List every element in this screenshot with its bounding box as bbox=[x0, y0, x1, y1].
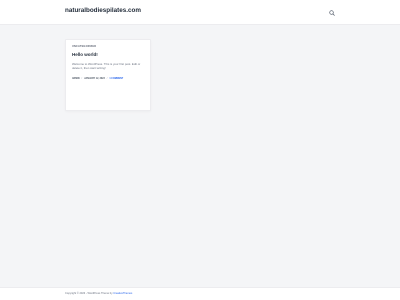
theme-author-link[interactable]: CreativeThemes bbox=[113, 292, 132, 295]
site-header: naturalbodiespilates.com bbox=[0, 0, 400, 25]
post-excerpt: Welcome to WordPress. This is your first… bbox=[72, 62, 141, 71]
main-content: UNCATEGORIZED Hello world! Welcome to Wo… bbox=[0, 25, 400, 288]
site-title-link[interactable]: naturalbodiespilates.com bbox=[65, 7, 141, 14]
post-date-link[interactable]: JANUARY 12, 2023 bbox=[84, 78, 105, 80]
post-meta: ADMIN / JANUARY 12, 2023 / 1 COMMENT bbox=[72, 78, 123, 80]
post-comments-link[interactable]: 1 COMMENT bbox=[109, 78, 123, 80]
site-footer: Copyright © 2023 - WordPress Theme by Cr… bbox=[0, 287, 400, 300]
meta-separator: / bbox=[81, 78, 83, 80]
meta-separator: / bbox=[106, 78, 108, 80]
footer-copyright: Copyright © 2023 - WordPress Theme by Cr… bbox=[65, 292, 132, 295]
search-icon[interactable] bbox=[327, 8, 337, 18]
post-card: UNCATEGORIZED Hello world! Welcome to Wo… bbox=[65, 39, 151, 111]
post-title-link[interactable]: Hello world! bbox=[72, 52, 98, 57]
copyright-text: Copyright © 2023 - WordPress Theme by bbox=[65, 292, 113, 295]
post-category-link[interactable]: UNCATEGORIZED bbox=[72, 45, 96, 48]
post-author-link[interactable]: ADMIN bbox=[72, 78, 80, 80]
